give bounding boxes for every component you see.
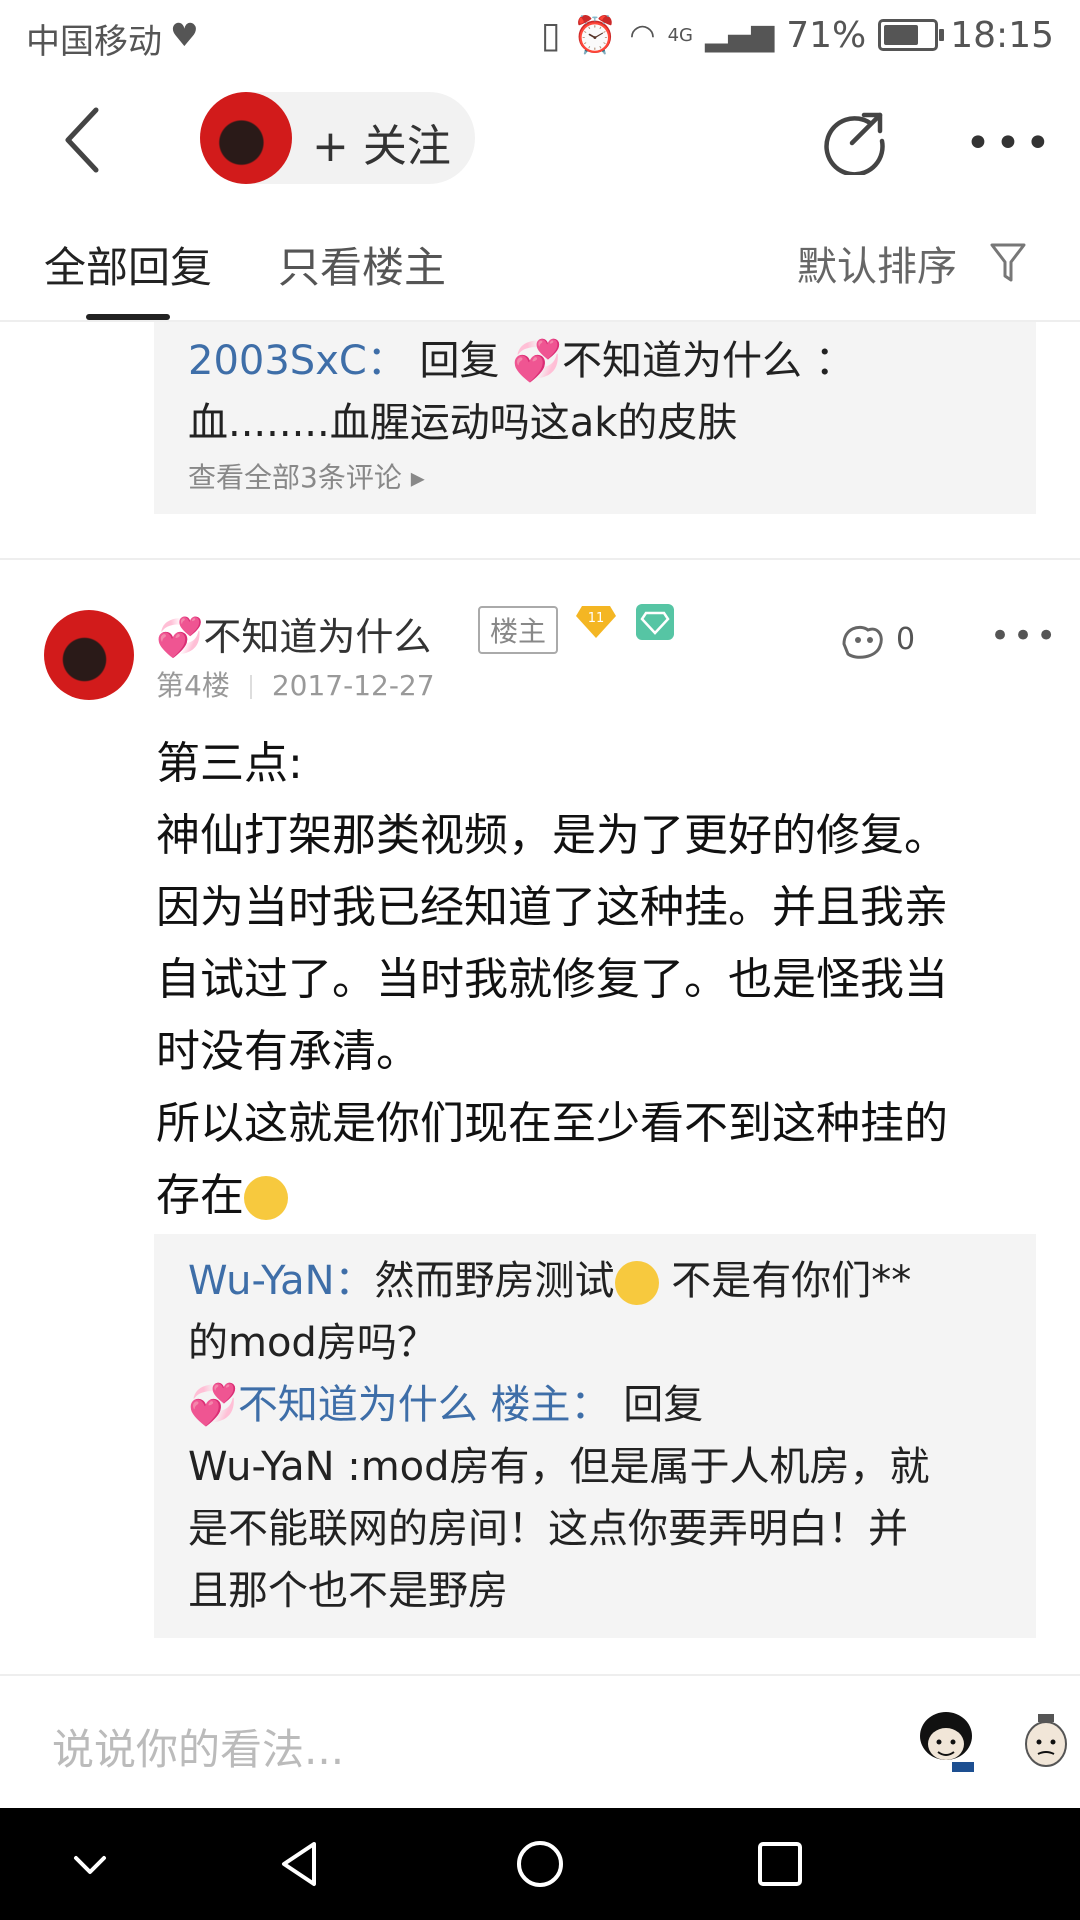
tab-all-replies[interactable]: 全部回复 — [44, 234, 212, 295]
sub-reply-2-line: Wu-YaN :mod房有，但是属于人机房，就 — [188, 1444, 930, 1490]
nav-back-icon[interactable] — [274, 1838, 326, 1890]
signal-icon: ▂▄▆ — [705, 17, 775, 53]
network-type: 4G — [667, 24, 694, 46]
floor-number: 第4楼 — [156, 669, 230, 702]
post-body-line: 时没有承清。 — [156, 1026, 420, 1077]
svg-text:11: 11 — [588, 611, 605, 626]
health-heart-icon: ♥ — [170, 16, 199, 54]
sort-dropdown[interactable]: 默认排序 — [797, 234, 957, 292]
vibrate-icon: ▯ — [540, 14, 561, 56]
sub-reply-2-line: 且那个也不是野房 — [188, 1568, 508, 1614]
post-body-line-last: 存在 — [156, 1160, 1036, 1232]
heart-emoji-icon: 💞 — [512, 338, 563, 384]
sub-reply-1-line1[interactable]: Wu-YaN：然而野房测试 不是有你们** — [188, 1250, 911, 1312]
follow-label[interactable]: + 关注 — [312, 110, 451, 174]
share-icon[interactable] — [820, 105, 890, 175]
heart-emoji-icon: 💞 — [188, 1382, 238, 1428]
post-avatar[interactable] — [44, 610, 134, 700]
view-all-comments-link[interactable]: 查看全部3条评论 ▸ — [188, 456, 425, 496]
sub-reply-username[interactable]: Wu-YaN： — [188, 1258, 375, 1304]
sub-reply-2-header[interactable]: 💞不知道为什么 楼主： 回复 — [188, 1374, 703, 1436]
battery-icon — [878, 19, 945, 51]
post-body-line: 自试过了。当时我就修复了。也是怪我当 — [156, 954, 948, 1005]
op-tag: 楼主 — [478, 606, 559, 654]
post-date: 2017-12-27 — [271, 669, 435, 702]
post-body-line: 所以这就是你们现在至少看不到这种挂的 — [156, 1098, 948, 1149]
sub-reply-1-line2: 的mod房吗？ — [188, 1320, 437, 1366]
like-count: 0 — [896, 622, 916, 657]
back-arrow-icon[interactable] — [56, 100, 116, 180]
tab-only-op[interactable]: 只看楼主 — [278, 234, 446, 295]
comment-bar-divider — [0, 1674, 1080, 1676]
chevron-right-icon: ▸ — [410, 461, 425, 494]
nav-recent-apps-icon[interactable] — [754, 1838, 806, 1890]
post-meta: 第4楼 2017-12-27 — [156, 664, 435, 704]
sticker-face-icon[interactable] — [908, 1706, 984, 1782]
wifi-icon: ◠ — [629, 17, 656, 53]
smile-emoji-icon — [614, 1261, 659, 1305]
floor-separator — [0, 558, 1080, 560]
battery-fill — [884, 25, 919, 45]
reply-username[interactable]: 2003SxC： — [188, 338, 407, 384]
sub-reply-username[interactable]: 不知道为什么 楼主： — [238, 1382, 611, 1428]
post-more-icon[interactable]: ••• — [990, 616, 1059, 656]
carrier-label: 中国移动 — [26, 22, 162, 62]
previous-reply-line[interactable]: 2003SxC： 回复 💞不知道为什么 ： — [188, 328, 855, 386]
clock: 18:15 — [950, 14, 1054, 56]
previous-reply-text: 血........血腥运动吗这ak的皮肤 — [188, 400, 738, 446]
member-badge-icon — [636, 604, 674, 640]
post-body-line: 第三点: — [156, 738, 303, 789]
nav-collapse-chevron-icon[interactable] — [64, 1838, 116, 1890]
post-body: 第三点: 神仙打架那类视频，是为了更好的修复。 因为当时我已经知道了这种挂。并且… — [156, 728, 1036, 1232]
status-indicators: ▯ ⏰ ◠ 4G ▂▄▆ 71% 18:15 — [540, 14, 1054, 57]
level-badge-icon: 11 — [576, 606, 616, 638]
nav-home-icon[interactable] — [514, 1838, 566, 1890]
heart-emoji-icon: 💞 — [156, 615, 204, 659]
post-username[interactable]: 💞不知道为什么 — [156, 606, 431, 661]
filter-icon[interactable] — [988, 240, 1028, 284]
post-body-line: 因为当时我已经知道了这种挂。并且我亲 — [156, 882, 948, 933]
alarm-icon: ⏰ — [572, 15, 618, 56]
sticker-face-icon[interactable] — [1010, 1706, 1080, 1782]
author-avatar[interactable] — [200, 92, 292, 184]
like-icon[interactable] — [838, 618, 888, 664]
post-body-line: 神仙打架那类视频，是为了更好的修复。 — [156, 810, 948, 861]
sub-reply-2-line: 是不能联网的房间！这点你要弄明白！并 — [188, 1506, 908, 1552]
battery-percent: 71% — [786, 14, 867, 56]
smile-emoji-icon — [244, 1176, 288, 1220]
more-options-icon[interactable]: ••• — [965, 118, 1055, 169]
comment-input[interactable]: 说说你的看法... — [52, 1716, 344, 1777]
